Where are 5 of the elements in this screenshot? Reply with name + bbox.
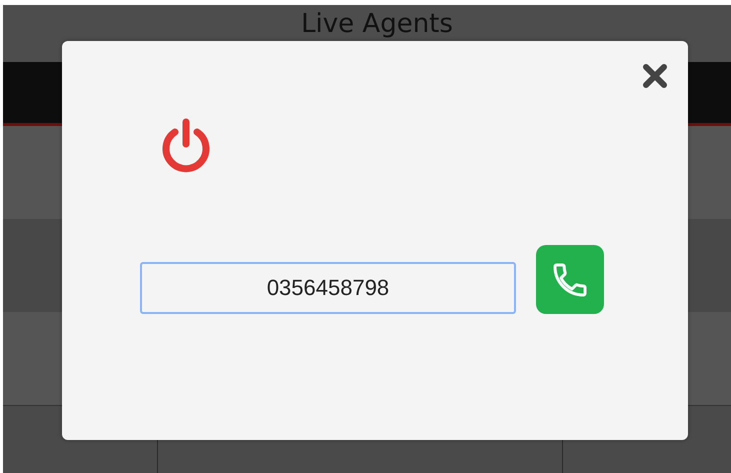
close-button[interactable] — [642, 63, 668, 89]
call-button[interactable] — [536, 245, 604, 314]
close-icon — [642, 63, 668, 89]
page-title: Live Agents — [301, 11, 453, 37]
phone-number-field[interactable]: 0356458798 — [140, 262, 516, 314]
